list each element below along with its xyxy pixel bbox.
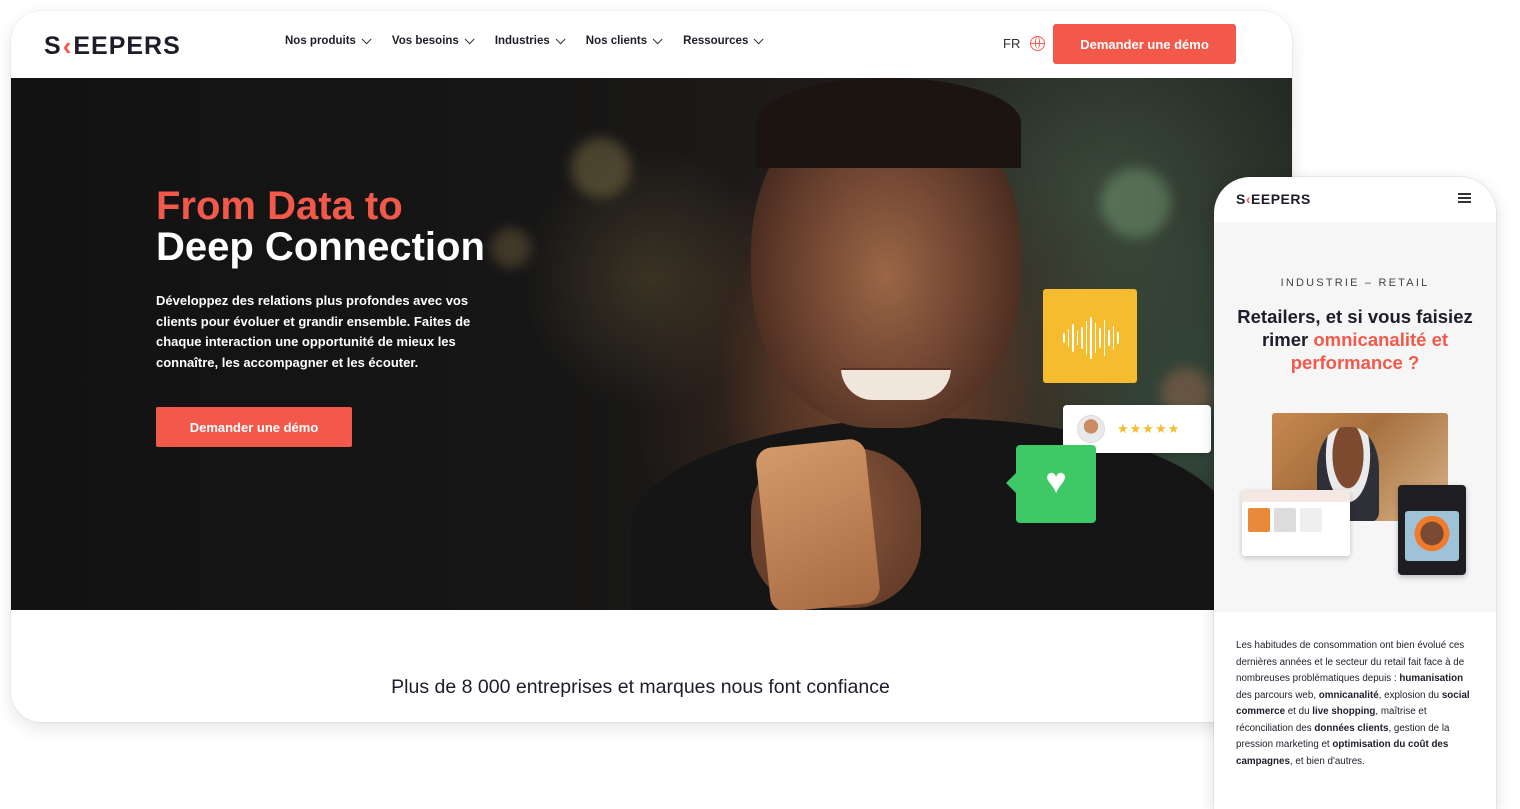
- hero-description: Développez des relations plus profondes …: [156, 293, 471, 370]
- chevron-down-icon: [361, 33, 372, 44]
- body-text: des parcours web,: [1236, 689, 1319, 701]
- hero-section: From Data to Deep Connection Développez …: [11, 78, 1292, 610]
- bokeh-light: [571, 138, 631, 198]
- avatar: [1077, 415, 1105, 443]
- bokeh-light: [491, 228, 531, 268]
- mobile-title: Retailers, et si vous faisiez rimer omni…: [1226, 305, 1484, 374]
- audio-wave-icon: [1063, 314, 1119, 362]
- mobile-logo[interactable]: S‹EEPERS: [1236, 191, 1311, 207]
- nav-label: Ressources: [683, 35, 749, 47]
- hero-title-line1: From Data to: [156, 184, 403, 228]
- logo-prefix: S: [1236, 191, 1246, 207]
- desktop-frame: S ‹ EEPERS Nos produits Vos besoins Indust…: [11, 11, 1292, 722]
- product-thumb: [1274, 508, 1296, 532]
- hero-photo-smile: [841, 368, 951, 400]
- mobile-title-highlight: omnicanalité et performance ?: [1290, 329, 1449, 373]
- nav-label: Nos clients: [585, 35, 648, 47]
- audio-card: [1043, 289, 1137, 383]
- nav-item-clients[interactable]: Nos clients: [585, 33, 663, 47]
- bokeh-light: [1101, 168, 1171, 238]
- nav-item-ressources[interactable]: Ressources: [683, 33, 764, 47]
- hero-title: From Data to Deep Connection: [156, 186, 485, 268]
- body-text: , et bien d'autres.: [1289, 755, 1365, 767]
- nav-label: Industries: [494, 35, 550, 47]
- globe-icon: [1030, 36, 1046, 51]
- chevron-down-icon: [464, 33, 475, 44]
- product-list: [1242, 502, 1350, 538]
- star-icon: ★★★★★: [1117, 421, 1181, 436]
- body-text: , explosion du: [1378, 689, 1442, 701]
- shop-widget-header: [1242, 490, 1350, 502]
- logo-prefix: S: [44, 32, 62, 60]
- trust-statement: Plus de 8 000 entreprises et marques nou…: [391, 676, 890, 698]
- hero-title-line2: Deep Connection: [156, 225, 485, 269]
- mobile-frame: S‹EEPERS INDUSTRIE – RETAIL Retailers, e…: [1214, 177, 1496, 809]
- nav-item-besoins[interactable]: Vos besoins: [391, 33, 475, 47]
- heart-icon: ♥: [1045, 460, 1067, 501]
- chevron-down-icon: [754, 33, 764, 44]
- nav-label: Vos besoins: [391, 35, 459, 47]
- nav-label: Nos produits: [285, 35, 356, 47]
- logo-suffix: EEPERS: [1251, 191, 1311, 207]
- product-thumb: [1248, 508, 1270, 532]
- logo-suffix: EEPERS: [73, 32, 181, 60]
- main-nav: Nos produits Vos besoins Industries Nos …: [285, 33, 784, 47]
- hero-photo-hair: [756, 78, 1021, 168]
- body-emphasis: omnicanalité: [1318, 689, 1379, 701]
- body-text: et du: [1285, 706, 1313, 717]
- language-switcher[interactable]: FR: [1003, 36, 1046, 51]
- request-demo-button[interactable]: Demander une démo: [1053, 24, 1236, 64]
- product-thumb: [1300, 508, 1322, 532]
- body-emphasis: données clients: [1314, 722, 1389, 734]
- like-card: ♥: [1006, 445, 1096, 523]
- chevron-down-icon: [555, 33, 566, 44]
- body-emphasis: live shopping: [1312, 706, 1376, 717]
- nav-item-industries[interactable]: Industries: [494, 33, 566, 47]
- logo-accent: ‹: [62, 31, 73, 61]
- chevron-down-icon: [652, 33, 663, 44]
- live-video-thumb: [1405, 511, 1459, 561]
- body-emphasis: humanisation: [1399, 673, 1464, 684]
- hero-demo-button[interactable]: Demander une démo: [156, 407, 352, 447]
- menu-icon[interactable]: [1458, 193, 1471, 203]
- language-label: FR: [1003, 36, 1021, 51]
- mobile-body-text: Les habitudes de consommation ont bien é…: [1236, 638, 1476, 770]
- live-shopping-widget: [1398, 485, 1466, 575]
- hero-photo-phone: [754, 437, 882, 610]
- shop-widget: [1242, 490, 1350, 556]
- nav-item-produits[interactable]: Nos produits: [285, 33, 372, 47]
- logo[interactable]: S ‹ EEPERS: [44, 31, 181, 62]
- mobile-kicker: INDUSTRIE – RETAIL: [1280, 277, 1430, 289]
- header: S ‹ EEPERS Nos produits Vos besoins Indust…: [11, 11, 1292, 78]
